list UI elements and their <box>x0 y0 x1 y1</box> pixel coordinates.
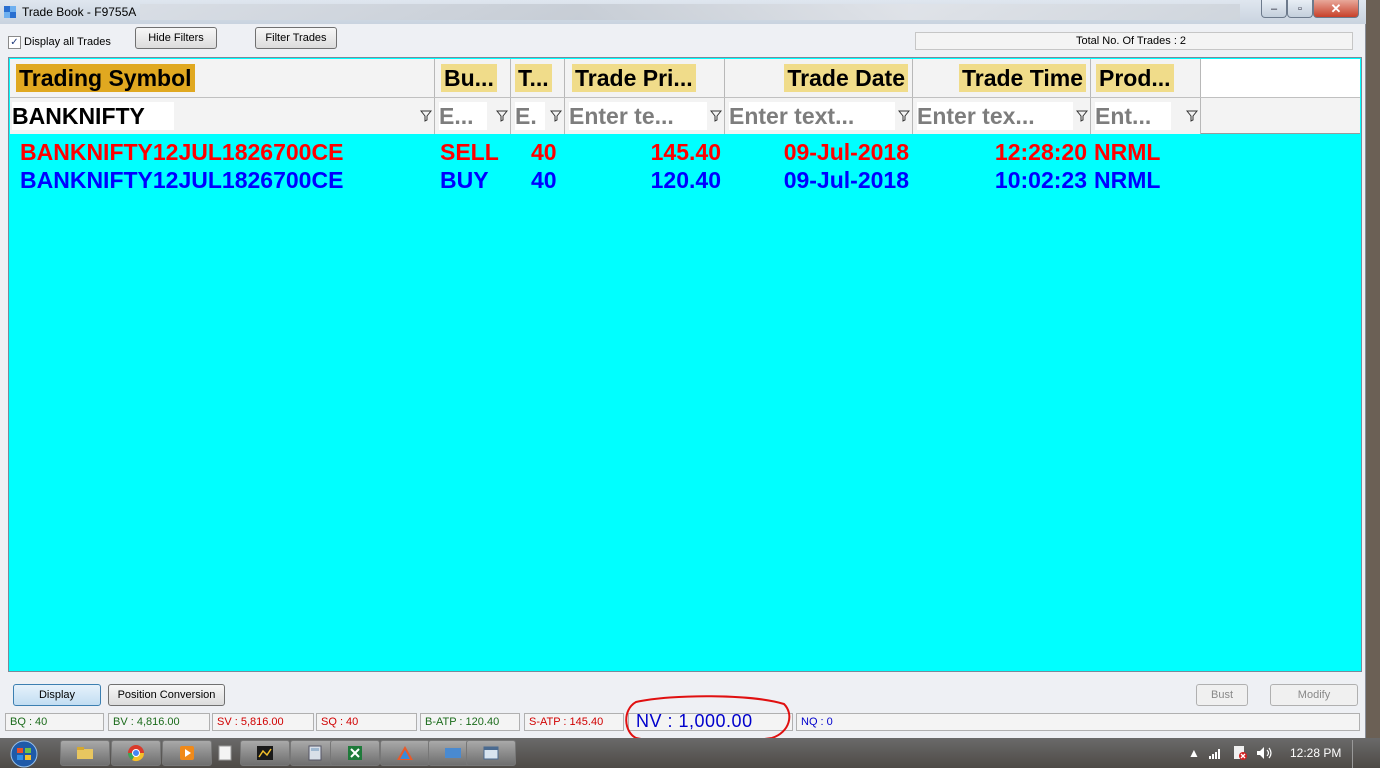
taskbar-network-app-icon[interactable] <box>380 740 430 766</box>
trade-grid[interactable]: Trading Symbol Bu... T... Trade Pri... T… <box>8 57 1362 672</box>
show-desktop-button[interactable] <box>1352 740 1366 768</box>
filter-input-trade-price[interactable]: Enter te... <box>569 102 707 130</box>
filter-cell-trade-time: Enter tex... <box>913 98 1091 134</box>
filter-cell-buy-sell: E... <box>435 98 511 134</box>
filter-input-product[interactable]: Ent... <box>1095 102 1171 130</box>
taskbar-window-app-icon[interactable] <box>466 740 516 766</box>
filter-cell-trade-date: Enter text... <box>725 98 913 134</box>
cell-trading-symbol: BANKNIFTY12JUL1826700CE <box>20 167 344 193</box>
title-bar-background <box>140 4 1240 20</box>
trade-book-window: Trade Book - F9755A – ▫ ✕ ✓ Display all … <box>0 0 1366 744</box>
table-row[interactable]: BANKNIFTY12JUL1826700CE BUY 40 120.40 09… <box>10 166 1360 194</box>
column-header-trade-date[interactable]: Trade Date <box>725 59 913 97</box>
filter-cell-quantity: E. <box>511 98 565 134</box>
filter-cell-product: Ent... <box>1091 98 1201 134</box>
taskbar-trading-terminal-icon[interactable] <box>240 740 290 766</box>
minimize-button[interactable]: – <box>1261 0 1287 18</box>
column-header-label: Prod... <box>1096 64 1174 92</box>
tray-show-hidden-icon[interactable]: ▲ <box>1188 746 1200 760</box>
cell-trade-price: 120.40 <box>650 167 721 193</box>
status-buy-value: BV : 4,816.00 <box>108 713 210 731</box>
status-sell-value: SV : 5,816.00 <box>212 713 314 731</box>
maximize-button[interactable]: ▫ <box>1287 0 1313 18</box>
filter-input-trade-time[interactable]: Enter tex... <box>917 102 1073 130</box>
display-all-checkbox[interactable]: ✓ <box>8 36 21 49</box>
filter-funnel-icon[interactable] <box>550 110 562 122</box>
cell-trade-date: 09-Jul-2018 <box>783 139 909 165</box>
filter-trades-button[interactable]: Filter Trades <box>255 27 337 49</box>
column-header-label: Trade Date <box>784 64 908 92</box>
filter-funnel-icon[interactable] <box>420 110 432 122</box>
column-header-label: Bu... <box>441 64 497 92</box>
hide-filters-button[interactable]: Hide Filters <box>135 27 217 49</box>
title-bar[interactable]: Trade Book - F9755A – ▫ ✕ <box>0 0 1366 24</box>
bust-button[interactable]: Bust <box>1196 684 1248 706</box>
grid-header-row: Trading Symbol Bu... T... Trade Pri... T… <box>10 59 1360 97</box>
column-header-product[interactable]: Prod... <box>1091 59 1201 97</box>
tray-volume-icon[interactable] <box>1256 746 1274 760</box>
toolbar: ✓ Display all Trades Hide Filters Filter… <box>0 24 1366 54</box>
filter-funnel-icon[interactable] <box>710 110 722 122</box>
cell-trade-time: 10:02:23 <box>994 167 1087 193</box>
app-puzzle-icon <box>4 6 16 18</box>
tray-network-signal-icon[interactable] <box>1208 746 1224 760</box>
taskbar-file-explorer-icon[interactable] <box>60 740 110 766</box>
column-header-buy-sell[interactable]: Bu... <box>435 59 511 97</box>
position-conversion-button[interactable]: Position Conversion <box>108 684 225 706</box>
cell-quantity: 40 <box>531 167 557 193</box>
column-header-label: Trading Symbol <box>16 64 195 92</box>
status-buy-quantity: BQ : 40 <box>5 713 104 731</box>
tray-clock[interactable]: 12:28 PM <box>1290 746 1341 760</box>
filter-cell-trade-price: Enter te... <box>565 98 725 134</box>
grid-filter-row: BANKNIFTY E... E. Enter te... Enter text… <box>10 97 1360 134</box>
cell-trade-date: 09-Jul-2018 <box>783 167 909 193</box>
filter-funnel-icon[interactable] <box>1186 110 1198 122</box>
column-header-trading-symbol[interactable]: Trading Symbol <box>10 59 435 97</box>
close-button[interactable]: ✕ <box>1313 0 1359 18</box>
filter-funnel-icon[interactable] <box>1076 110 1088 122</box>
column-header-quantity[interactable]: T... <box>511 59 565 97</box>
filter-input-buy-sell[interactable]: E... <box>439 102 487 130</box>
column-header-label: Trade Pri... <box>572 64 696 92</box>
red-annotation-circle <box>625 695 791 744</box>
taskbar-excel-icon[interactable] <box>330 740 380 766</box>
filter-input-quantity[interactable]: E. <box>515 102 545 130</box>
modify-button[interactable]: Modify <box>1270 684 1358 706</box>
filter-funnel-icon[interactable] <box>496 110 508 122</box>
cell-buy-sell: BUY <box>440 167 489 193</box>
cell-trade-price: 145.40 <box>650 139 721 165</box>
status-sell-quantity: SQ : 40 <box>316 713 417 731</box>
filter-cell-trading-symbol: BANKNIFTY <box>10 98 435 134</box>
tray-action-center-icon[interactable] <box>1232 745 1248 761</box>
status-sell-atp: S-ATP : 145.40 <box>524 713 624 731</box>
taskbar-chrome-icon[interactable] <box>111 740 161 766</box>
cell-product: NRML <box>1094 139 1161 165</box>
column-header-trade-time[interactable]: Trade Time <box>913 59 1091 97</box>
start-orb-icon[interactable] <box>2 740 46 768</box>
window-title: Trade Book - F9755A <box>22 5 137 19</box>
column-header-label: T... <box>515 64 552 92</box>
cell-product: NRML <box>1094 167 1161 193</box>
display-button[interactable]: Display <box>13 684 101 706</box>
filter-funnel-icon[interactable] <box>898 110 910 122</box>
status-buy-atp: B-ATP : 120.40 <box>420 713 520 731</box>
filter-input-trading-symbol[interactable]: BANKNIFTY <box>12 102 174 130</box>
table-row[interactable]: BANKNIFTY12JUL1826700CE SELL 40 145.40 0… <box>10 138 1360 166</box>
filter-input-trade-date[interactable]: Enter text... <box>729 102 895 130</box>
status-net-quantity: NQ : 0 <box>796 713 1360 731</box>
display-all-label[interactable]: Display all Trades <box>24 36 111 48</box>
cell-buy-sell: SELL <box>440 139 499 165</box>
cell-trade-time: 12:28:20 <box>994 139 1087 165</box>
total-trades-text: Total No. Of Trades : 2 <box>1076 35 1187 47</box>
cell-trading-symbol: BANKNIFTY12JUL1826700CE <box>20 139 344 165</box>
column-header-trade-price[interactable]: Trade Pri... <box>565 59 725 97</box>
cell-quantity: 40 <box>531 139 557 165</box>
column-header-label: Trade Time <box>958 64 1086 92</box>
